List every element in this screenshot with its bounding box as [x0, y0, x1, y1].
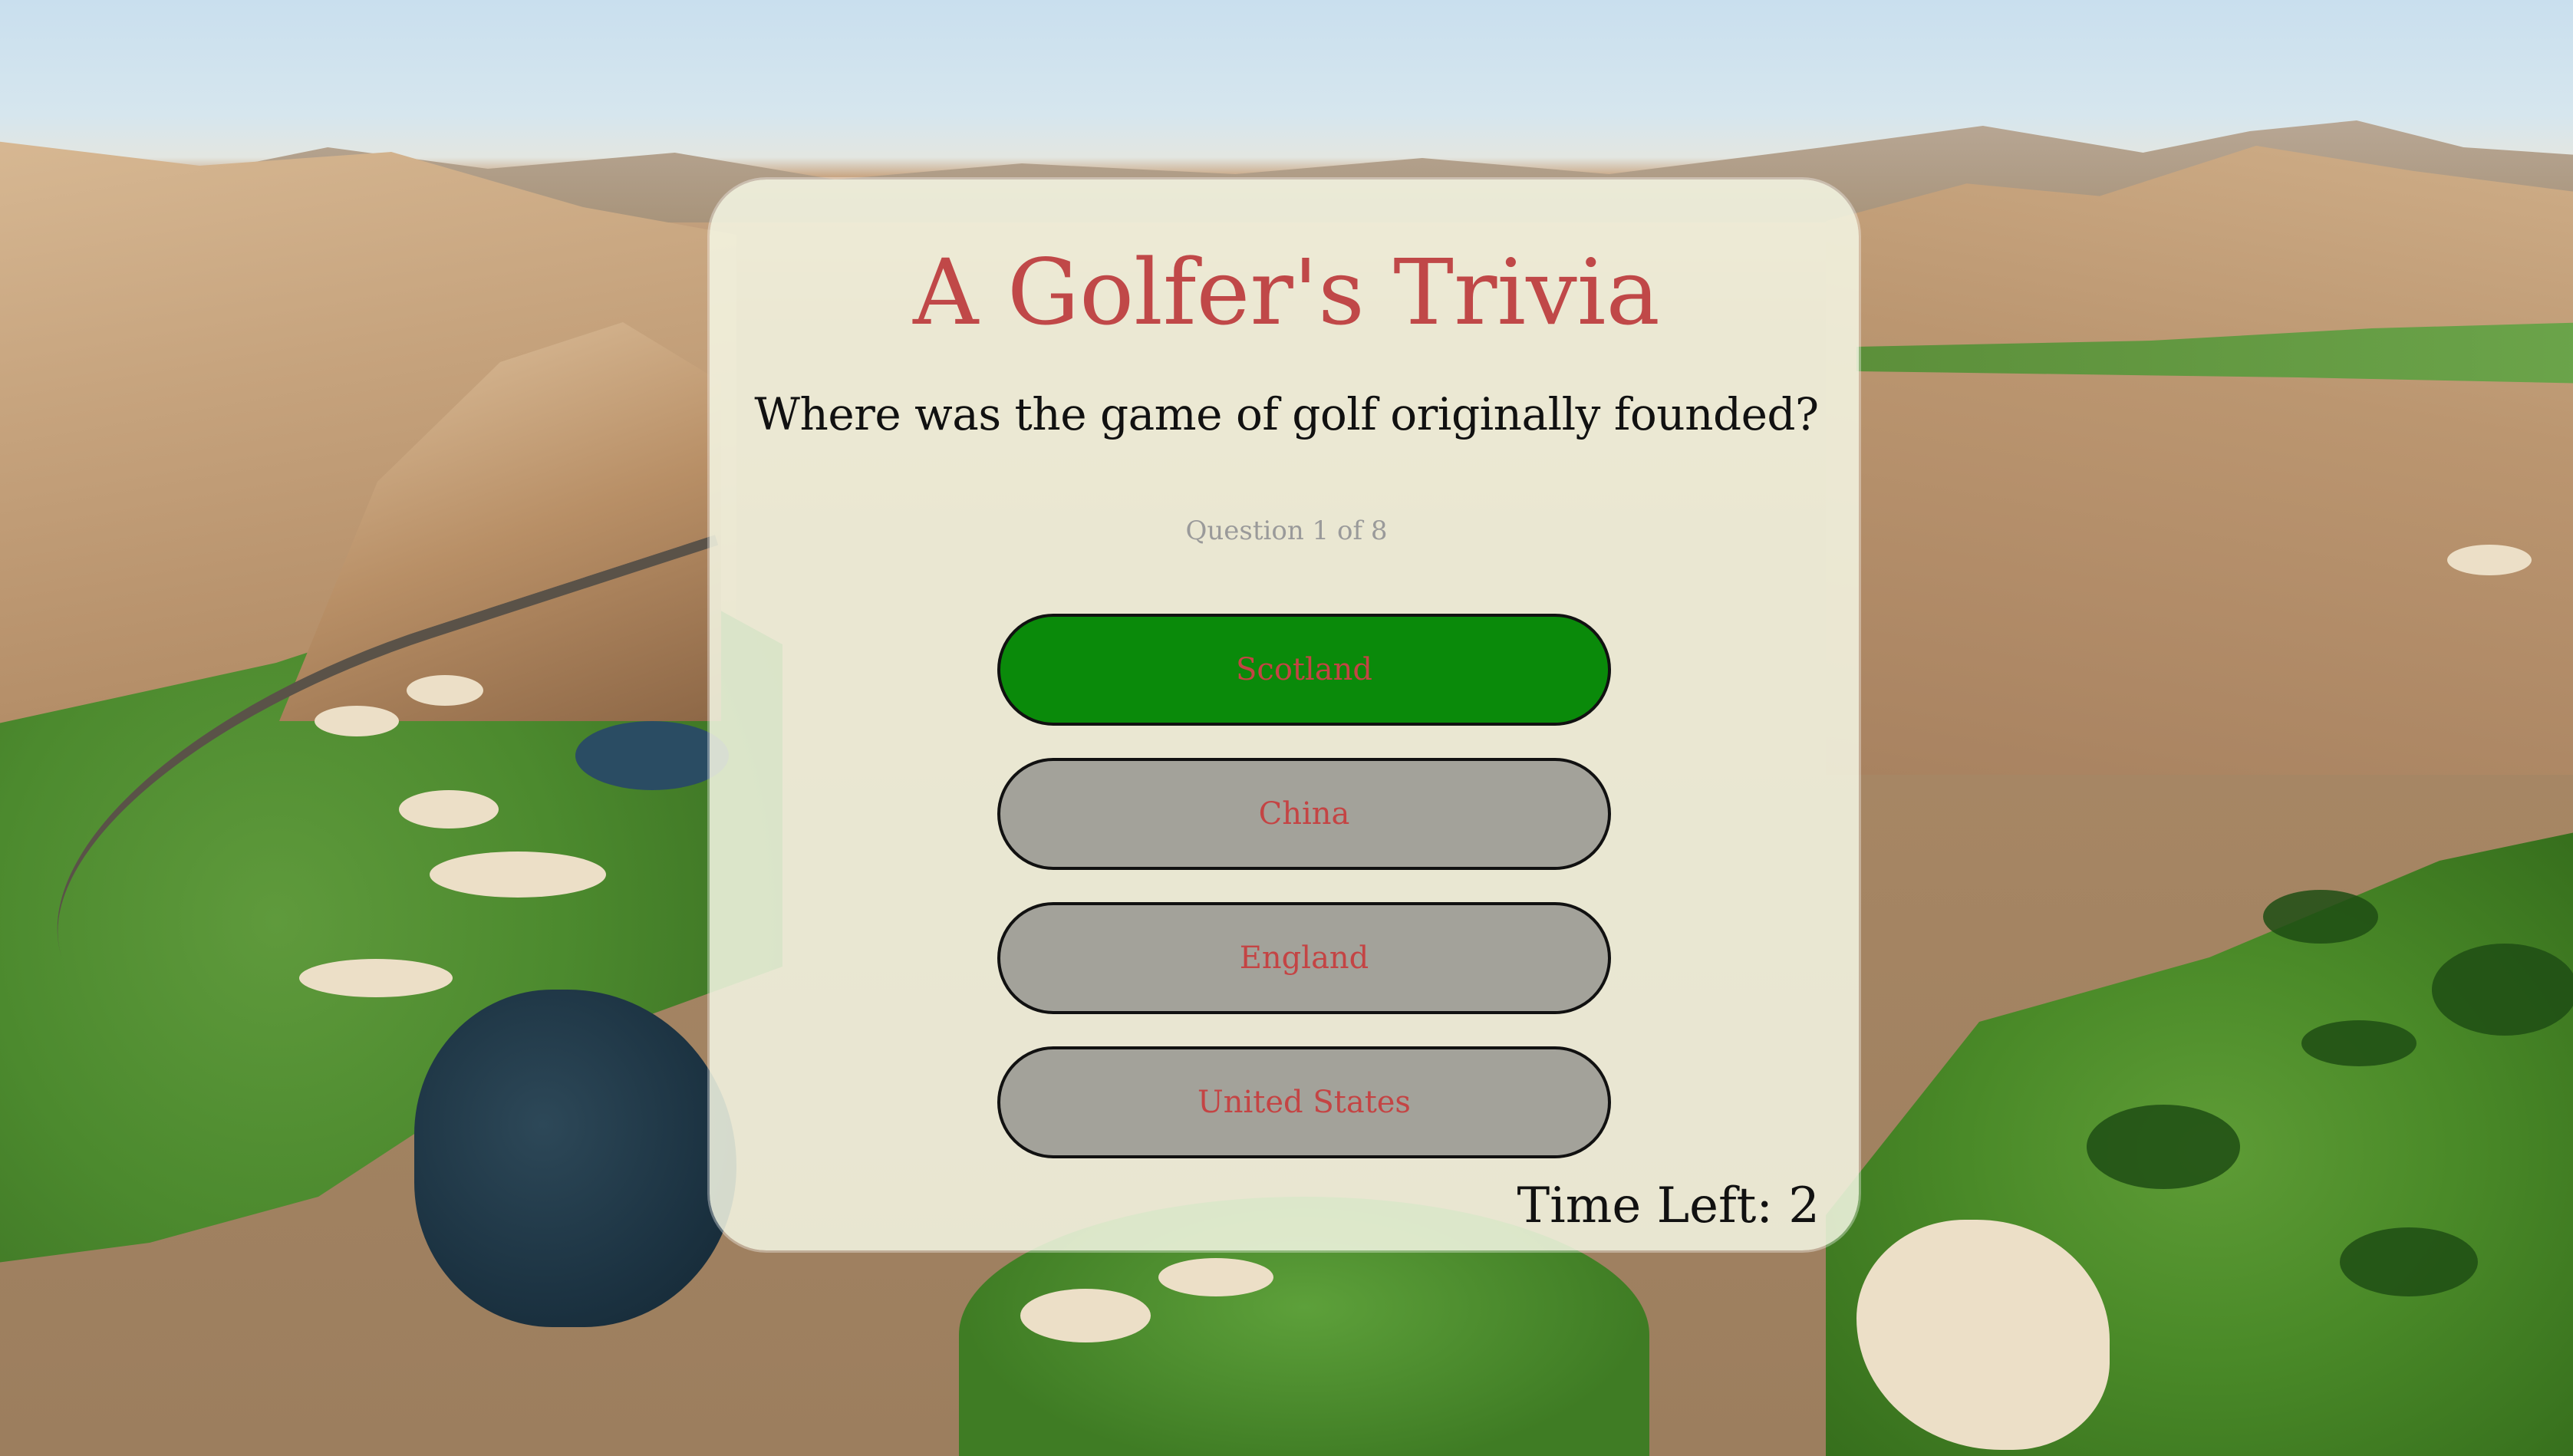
shadow-patch	[2432, 944, 2573, 1036]
sand-bunker	[315, 706, 399, 736]
shadow-patch	[2263, 890, 2378, 944]
sand-bunker	[430, 852, 606, 898]
shadow-patch	[2301, 1020, 2417, 1066]
sand-bunker	[1020, 1289, 1151, 1342]
answer-button-china[interactable]: China	[997, 758, 1611, 870]
sand-bunker	[2447, 545, 2532, 575]
time-left: Time Left: 2	[1517, 1178, 1820, 1234]
answer-button-scotland[interactable]: Scotland	[997, 614, 1611, 726]
question-text: Where was the game of golf originally fo…	[754, 388, 1819, 440]
shadow-patch	[2087, 1105, 2240, 1189]
answer-button-united-states[interactable]: United States	[997, 1046, 1611, 1158]
right-mesa	[1826, 146, 2573, 775]
question-counter: Question 1 of 8	[1185, 516, 1388, 546]
sand-bunker	[1158, 1258, 1273, 1296]
shadow-patch	[2340, 1227, 2478, 1296]
sand-bunker	[399, 790, 499, 828]
water-hazard	[414, 990, 736, 1327]
sand-bunker	[299, 959, 453, 997]
page-title: A Golfer's Trivia	[913, 239, 1660, 345]
sand-bunker	[407, 675, 483, 706]
answer-button-england[interactable]: England	[997, 902, 1611, 1014]
